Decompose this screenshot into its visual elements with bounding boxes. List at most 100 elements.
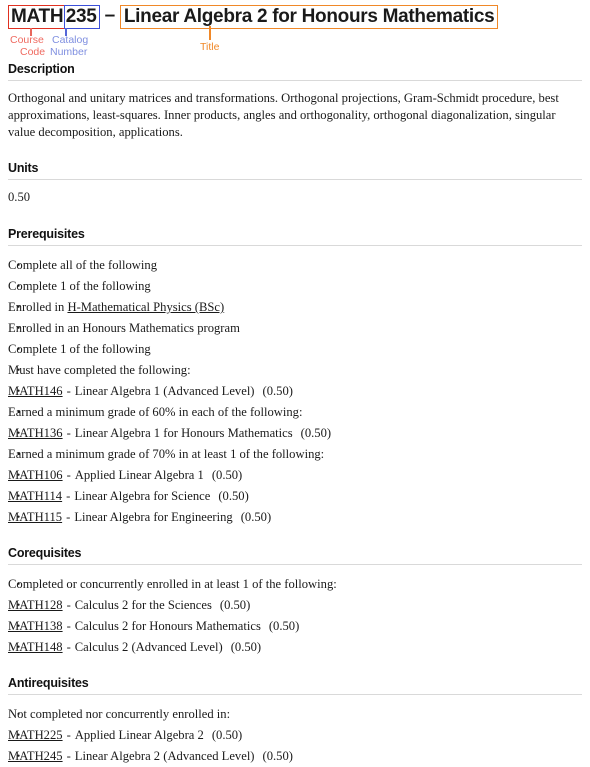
prerequisite-root-label: Complete all of the following [8, 258, 157, 272]
course-dash: - [66, 510, 71, 524]
course-link-math136[interactable]: MATH136 [8, 426, 63, 440]
list-item: MATH136-Linear Algebra 1 for Honours Mat… [8, 423, 582, 444]
list-item: MATH225-Applied Linear Algebra 2 (0.50) [8, 725, 582, 746]
course-link-math128[interactable]: MATH128 [8, 598, 63, 612]
course-title: Calculus 2 for the Sciences [74, 598, 212, 612]
list-item: MATH138-Calculus 2 for Honours Mathemati… [8, 616, 582, 637]
corequisites-rule [8, 564, 582, 565]
course-units: (0.50) [219, 598, 251, 612]
units-rule [8, 179, 582, 180]
list-item: Enrolled in an Honours Mathematics progr… [8, 318, 582, 339]
course-code-annotation-line2: Code [20, 46, 46, 58]
course-dash: - [66, 619, 71, 633]
list-item: Must have completed the following: MATH1… [8, 360, 582, 402]
prerequisites-list: Complete all of the following Complete 1… [8, 255, 582, 528]
course-title: Calculus 2 for Honours Mathematics [74, 619, 261, 633]
prerequisite-group-1: Complete 1 of the following Enrolled in … [8, 276, 582, 528]
catalog-number-annotation-line1: Catalog [52, 34, 89, 46]
list-item: MATH115-Linear Algebra for Engineering (0… [8, 507, 582, 528]
course-dash: - [66, 384, 71, 398]
course-link-math225[interactable]: MATH225 [8, 728, 63, 742]
course-link-math106[interactable]: MATH106 [8, 468, 63, 482]
corequisites-heading: Corequisites [8, 546, 82, 560]
units-section: Units 0.50 [8, 161, 582, 205]
subgroup-label-grade-60: Earned a minimum grade of 60% in each of… [8, 405, 303, 419]
course-code-annotation-line1: Course [10, 34, 44, 46]
course-title: Linear Algebra 1 for Honours Mathematics [74, 426, 293, 440]
course-title: Applied Linear Algebra 2 [74, 728, 204, 742]
course-code: MATH [8, 5, 66, 29]
course-title: Linear Algebra 2 (Advanced Level) [74, 749, 255, 763]
prerequisite-group-1-label: Complete 1 of the following [8, 279, 151, 293]
list-item: MATH114-Linear Algebra for Science (0.50) [8, 486, 582, 507]
subgroup-label-grade-70: Earned a minimum grade of 70% in at leas… [8, 447, 325, 461]
antirequisites-rule [8, 694, 582, 695]
subgroup-courses-grade-60: MATH136-Linear Algebra 1 for Honours Mat… [8, 423, 582, 444]
course-dash: - [66, 468, 71, 482]
course-units: (0.50) [262, 384, 293, 398]
list-item: MATH245-Linear Algebra 2 (Advanced Level… [8, 746, 582, 767]
course-title: Applied Linear Algebra 1 [74, 468, 204, 482]
prerequisites-rule [8, 245, 582, 246]
title-leader-line [209, 26, 211, 40]
course-units: (0.50) [240, 510, 272, 524]
catalog-number-annotation-line2: Number [50, 46, 88, 58]
list-item: Earned a minimum grade of 60% in each of… [8, 402, 582, 444]
course-link-math245[interactable]: MATH245 [8, 749, 63, 763]
course-title: Linear Algebra 1 (Advanced Level) [74, 384, 255, 398]
subgroup-courses-completed: MATH146-Linear Algebra 1 (Advanced Level… [8, 381, 582, 402]
course-units: (0.50) [218, 489, 249, 503]
course-dash: - [66, 489, 71, 503]
course-link-math148[interactable]: MATH148 [8, 640, 63, 654]
enrollment-requirement-prefix: Enrolled in [8, 300, 68, 314]
course-title-line: MATH 235 – Linear Algebra 2 for Honours M… [8, 5, 582, 29]
list-item: Complete 1 of the following Enrolled in … [8, 276, 582, 339]
antirequisites-list: Not completed nor concurrently enrolled … [8, 704, 582, 767]
course-link-math146[interactable]: MATH146 [8, 384, 63, 398]
description-rule [8, 80, 582, 81]
list-item: MATH128-Calculus 2 for the Sciences (0.50… [8, 595, 582, 616]
course-link-math114[interactable]: MATH114 [8, 489, 62, 503]
subgroup-courses-grade-70: MATH106-Applied Linear Algebra 1(0.50) M… [8, 465, 582, 528]
list-item: MATH106-Applied Linear Algebra 1 (0.50) [8, 465, 582, 486]
list-item: Earned a minimum grade of 70% in at leas… [8, 444, 582, 528]
description-section: Description Orthogonal and unitary matri… [8, 62, 582, 141]
course-title: Linear Algebra for Engineering [74, 510, 233, 524]
course-units: (0.50) [268, 619, 300, 633]
course-header: MATH 235 – Linear Algebra 2 for Honours M… [8, 0, 582, 58]
course-title: Linear Algebra 2 for Honours Mathematics [119, 5, 499, 29]
prerequisite-group-1-items: Enrolled in H-Mathematical Physics (BSc)… [8, 297, 582, 339]
corequisite-courses: MATH128-Calculus 2 for the Sciences (0.50… [8, 595, 582, 658]
catalog-number: 235 [63, 5, 100, 29]
program-link-mathematical-physics[interactable]: H-Mathematical Physics (BSc) [67, 300, 224, 314]
course-detail-page: MATH 235 – Linear Algebra 2 for Honours M… [0, 0, 590, 767]
course-dash: - [66, 598, 71, 612]
list-item: Complete 1 of the following Must have co… [8, 339, 582, 528]
title-annotation-label: Title [200, 41, 220, 53]
course-units: (0.50) [230, 640, 262, 654]
list-item: Not completed nor concurrently enrolled … [8, 704, 582, 767]
subgroup-label-completed: Must have completed the following: [8, 363, 191, 377]
list-item: Enrolled in H-Mathematical Physics (BSc) [8, 297, 582, 318]
prerequisite-group-2-label: Complete 1 of the following [8, 342, 151, 356]
course-dash: - [66, 728, 71, 742]
units-value: 0.50 [8, 190, 31, 204]
list-item: MATH146-Linear Algebra 1 (Advanced Level… [8, 381, 582, 402]
course-units: (0.50) [211, 468, 243, 482]
course-units: (0.50) [300, 426, 332, 440]
prerequisite-group-2-subgroups: Must have completed the following: MATH1… [8, 360, 582, 528]
course-link-math138[interactable]: MATH138 [8, 619, 63, 633]
course-dash: - [66, 749, 71, 763]
units-heading: Units [8, 161, 39, 175]
prerequisites-heading: Prerequisites [8, 227, 85, 241]
list-item: Completed or concurrently enrolled in at… [8, 574, 582, 658]
course-link-math115[interactable]: MATH115 [8, 510, 62, 524]
corequisite-label: Completed or concurrently enrolled in at… [8, 577, 337, 591]
description-text: Orthogonal and unitary matrices and tran… [8, 91, 559, 139]
corequisites-section: Corequisites Completed or concurrently e… [8, 546, 582, 658]
enrollment-requirement-honours-math: Enrolled in an Honours Mathematics progr… [8, 321, 240, 335]
description-heading: Description [8, 62, 75, 76]
antirequisite-label: Not completed nor concurrently enrolled … [8, 707, 231, 721]
course-dash: - [66, 426, 71, 440]
course-units: (0.50) [211, 728, 243, 742]
